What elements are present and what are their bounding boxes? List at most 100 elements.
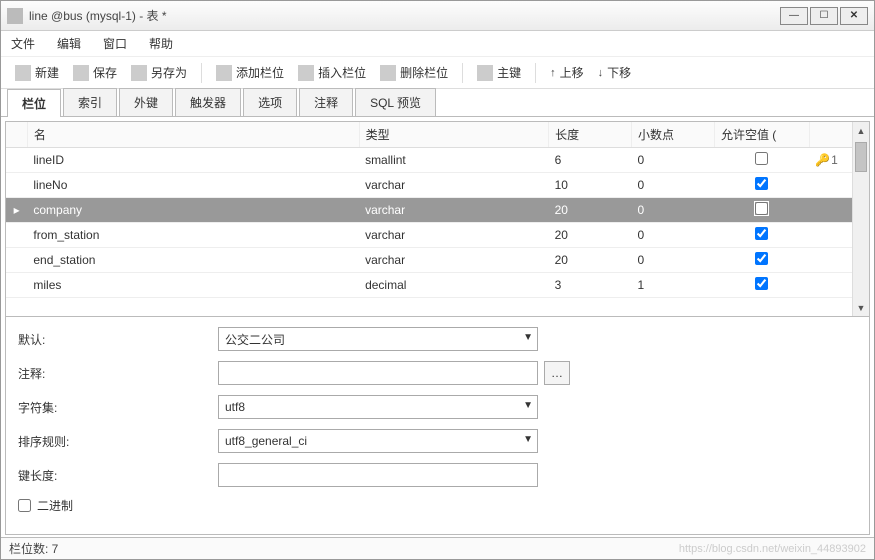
cell-name[interactable]: lineNo bbox=[27, 173, 359, 198]
table-row[interactable]: ▸companyvarchar200 bbox=[6, 198, 869, 223]
default-combo[interactable]: 公交二公司 ▼ bbox=[218, 327, 538, 351]
cell-allownull[interactable] bbox=[714, 248, 809, 273]
fields-grid-wrap: 名 类型 长度 小数点 允许空值 ( lineIDsmallint60🔑1lin… bbox=[5, 121, 870, 317]
menu-help[interactable]: 帮助 bbox=[149, 35, 173, 52]
cell-name[interactable]: miles bbox=[27, 273, 359, 298]
table-row[interactable]: from_stationvarchar200 bbox=[6, 223, 869, 248]
allownull-checkbox[interactable] bbox=[755, 152, 768, 165]
cell-name[interactable]: from_station bbox=[27, 223, 359, 248]
cell-allownull[interactable] bbox=[714, 148, 809, 173]
menubar: 文件 编辑 窗口 帮助 bbox=[1, 31, 874, 57]
scroll-up-icon[interactable]: ▲ bbox=[853, 122, 869, 139]
delcol-button[interactable]: 删除栏位 bbox=[374, 62, 454, 83]
cell-length[interactable]: 10 bbox=[549, 173, 632, 198]
window-titlebar: line @bus (mysql-1) - 表 * — ☐ ✕ bbox=[1, 1, 874, 31]
allownull-checkbox[interactable] bbox=[755, 277, 768, 290]
save-button[interactable]: 保存 bbox=[67, 62, 123, 83]
comment-more-button[interactable]: … bbox=[544, 361, 570, 385]
row-handle bbox=[6, 248, 27, 273]
binary-label: 二进制 bbox=[37, 497, 73, 514]
scroll-down-icon[interactable]: ▼ bbox=[853, 299, 869, 316]
tab-sqlpreview[interactable]: SQL 预览 bbox=[355, 88, 436, 116]
close-button[interactable]: ✕ bbox=[840, 7, 868, 25]
tab-indexes[interactable]: 索引 bbox=[63, 88, 117, 116]
tabbar: 栏位 索引 外键 触发器 选项 注释 SQL 预览 bbox=[1, 89, 874, 117]
cell-allownull[interactable] bbox=[714, 173, 809, 198]
toolbar: 新建 保存 另存为 添加栏位 插入栏位 删除栏位 主键 ↑上移 ↓下移 bbox=[1, 57, 874, 89]
scroll-thumb[interactable] bbox=[855, 142, 867, 172]
maximize-button[interactable]: ☐ bbox=[810, 7, 838, 25]
collation-combo[interactable]: utf8_general_ci ▼ bbox=[218, 429, 538, 453]
charset-value: utf8 bbox=[225, 400, 245, 414]
arrow-down-icon: ↓ bbox=[598, 67, 604, 79]
tab-comment[interactable]: 注释 bbox=[299, 88, 353, 116]
row-handle: ▸ bbox=[6, 198, 27, 223]
addcol-label: 添加栏位 bbox=[236, 64, 284, 81]
cell-decimals[interactable]: 0 bbox=[632, 223, 715, 248]
allownull-checkbox[interactable] bbox=[755, 177, 768, 190]
fields-grid[interactable]: 名 类型 长度 小数点 允许空值 ( lineIDsmallint60🔑1lin… bbox=[6, 122, 869, 298]
row-handle bbox=[6, 273, 27, 298]
menu-file[interactable]: 文件 bbox=[11, 35, 35, 52]
charset-combo[interactable]: utf8 ▼ bbox=[218, 395, 538, 419]
movedown-button[interactable]: ↓下移 bbox=[592, 62, 638, 83]
cell-length[interactable]: 20 bbox=[549, 198, 632, 223]
comment-input[interactable] bbox=[218, 361, 538, 385]
menu-edit[interactable]: 编辑 bbox=[57, 35, 81, 52]
cell-type[interactable]: decimal bbox=[359, 273, 549, 298]
cell-type[interactable]: varchar bbox=[359, 248, 549, 273]
col-name[interactable]: 名 bbox=[27, 122, 359, 148]
cell-type[interactable]: smallint bbox=[359, 148, 549, 173]
row-handle bbox=[6, 148, 27, 173]
col-allownull[interactable]: 允许空值 ( bbox=[714, 122, 809, 148]
allownull-checkbox[interactable] bbox=[755, 202, 768, 215]
row-handle bbox=[6, 223, 27, 248]
pk-button[interactable]: 主键 bbox=[471, 62, 527, 83]
tab-fields[interactable]: 栏位 bbox=[7, 89, 61, 117]
tab-triggers[interactable]: 触发器 bbox=[175, 88, 241, 116]
cell-type[interactable]: varchar bbox=[359, 198, 549, 223]
table-row[interactable]: milesdecimal31 bbox=[6, 273, 869, 298]
cell-allownull[interactable] bbox=[714, 223, 809, 248]
pk-label: 主键 bbox=[497, 64, 521, 81]
moveup-button[interactable]: ↑上移 bbox=[544, 62, 590, 83]
cell-decimals[interactable]: 0 bbox=[632, 248, 715, 273]
table-row[interactable]: lineIDsmallint60🔑1 bbox=[6, 148, 869, 173]
cell-decimals[interactable]: 0 bbox=[632, 173, 715, 198]
insertcol-button[interactable]: 插入栏位 bbox=[292, 62, 372, 83]
binary-checkbox[interactable] bbox=[18, 499, 31, 512]
cell-decimals[interactable]: 0 bbox=[632, 198, 715, 223]
tab-fk[interactable]: 外键 bbox=[119, 88, 173, 116]
table-row[interactable]: lineNovarchar100 bbox=[6, 173, 869, 198]
keylen-input[interactable] bbox=[218, 463, 538, 487]
addcol-button[interactable]: 添加栏位 bbox=[210, 62, 290, 83]
col-decimals[interactable]: 小数点 bbox=[632, 122, 715, 148]
minimize-button[interactable]: — bbox=[780, 7, 808, 25]
cell-decimals[interactable]: 0 bbox=[632, 148, 715, 173]
grid-scrollbar[interactable]: ▲ ▼ bbox=[852, 122, 869, 316]
cell-length[interactable]: 20 bbox=[549, 248, 632, 273]
cell-decimals[interactable]: 1 bbox=[632, 273, 715, 298]
saveas-button[interactable]: 另存为 bbox=[125, 62, 193, 83]
comment-label: 注释: bbox=[18, 365, 218, 382]
cell-name[interactable]: end_station bbox=[27, 248, 359, 273]
save-label: 保存 bbox=[93, 64, 117, 81]
cell-length[interactable]: 6 bbox=[549, 148, 632, 173]
dropdown-icon: ▼ bbox=[523, 434, 533, 445]
cell-allownull[interactable] bbox=[714, 198, 809, 223]
cell-name[interactable]: company bbox=[27, 198, 359, 223]
cell-type[interactable]: varchar bbox=[359, 223, 549, 248]
cell-name[interactable]: lineID bbox=[27, 148, 359, 173]
new-button[interactable]: 新建 bbox=[9, 62, 65, 83]
cell-length[interactable]: 20 bbox=[549, 223, 632, 248]
col-type[interactable]: 类型 bbox=[359, 122, 549, 148]
allownull-checkbox[interactable] bbox=[755, 227, 768, 240]
tab-options[interactable]: 选项 bbox=[243, 88, 297, 116]
cell-type[interactable]: varchar bbox=[359, 173, 549, 198]
cell-allownull[interactable] bbox=[714, 273, 809, 298]
allownull-checkbox[interactable] bbox=[755, 252, 768, 265]
table-row[interactable]: end_stationvarchar200 bbox=[6, 248, 869, 273]
cell-length[interactable]: 3 bbox=[549, 273, 632, 298]
menu-window[interactable]: 窗口 bbox=[103, 35, 127, 52]
col-length[interactable]: 长度 bbox=[549, 122, 632, 148]
